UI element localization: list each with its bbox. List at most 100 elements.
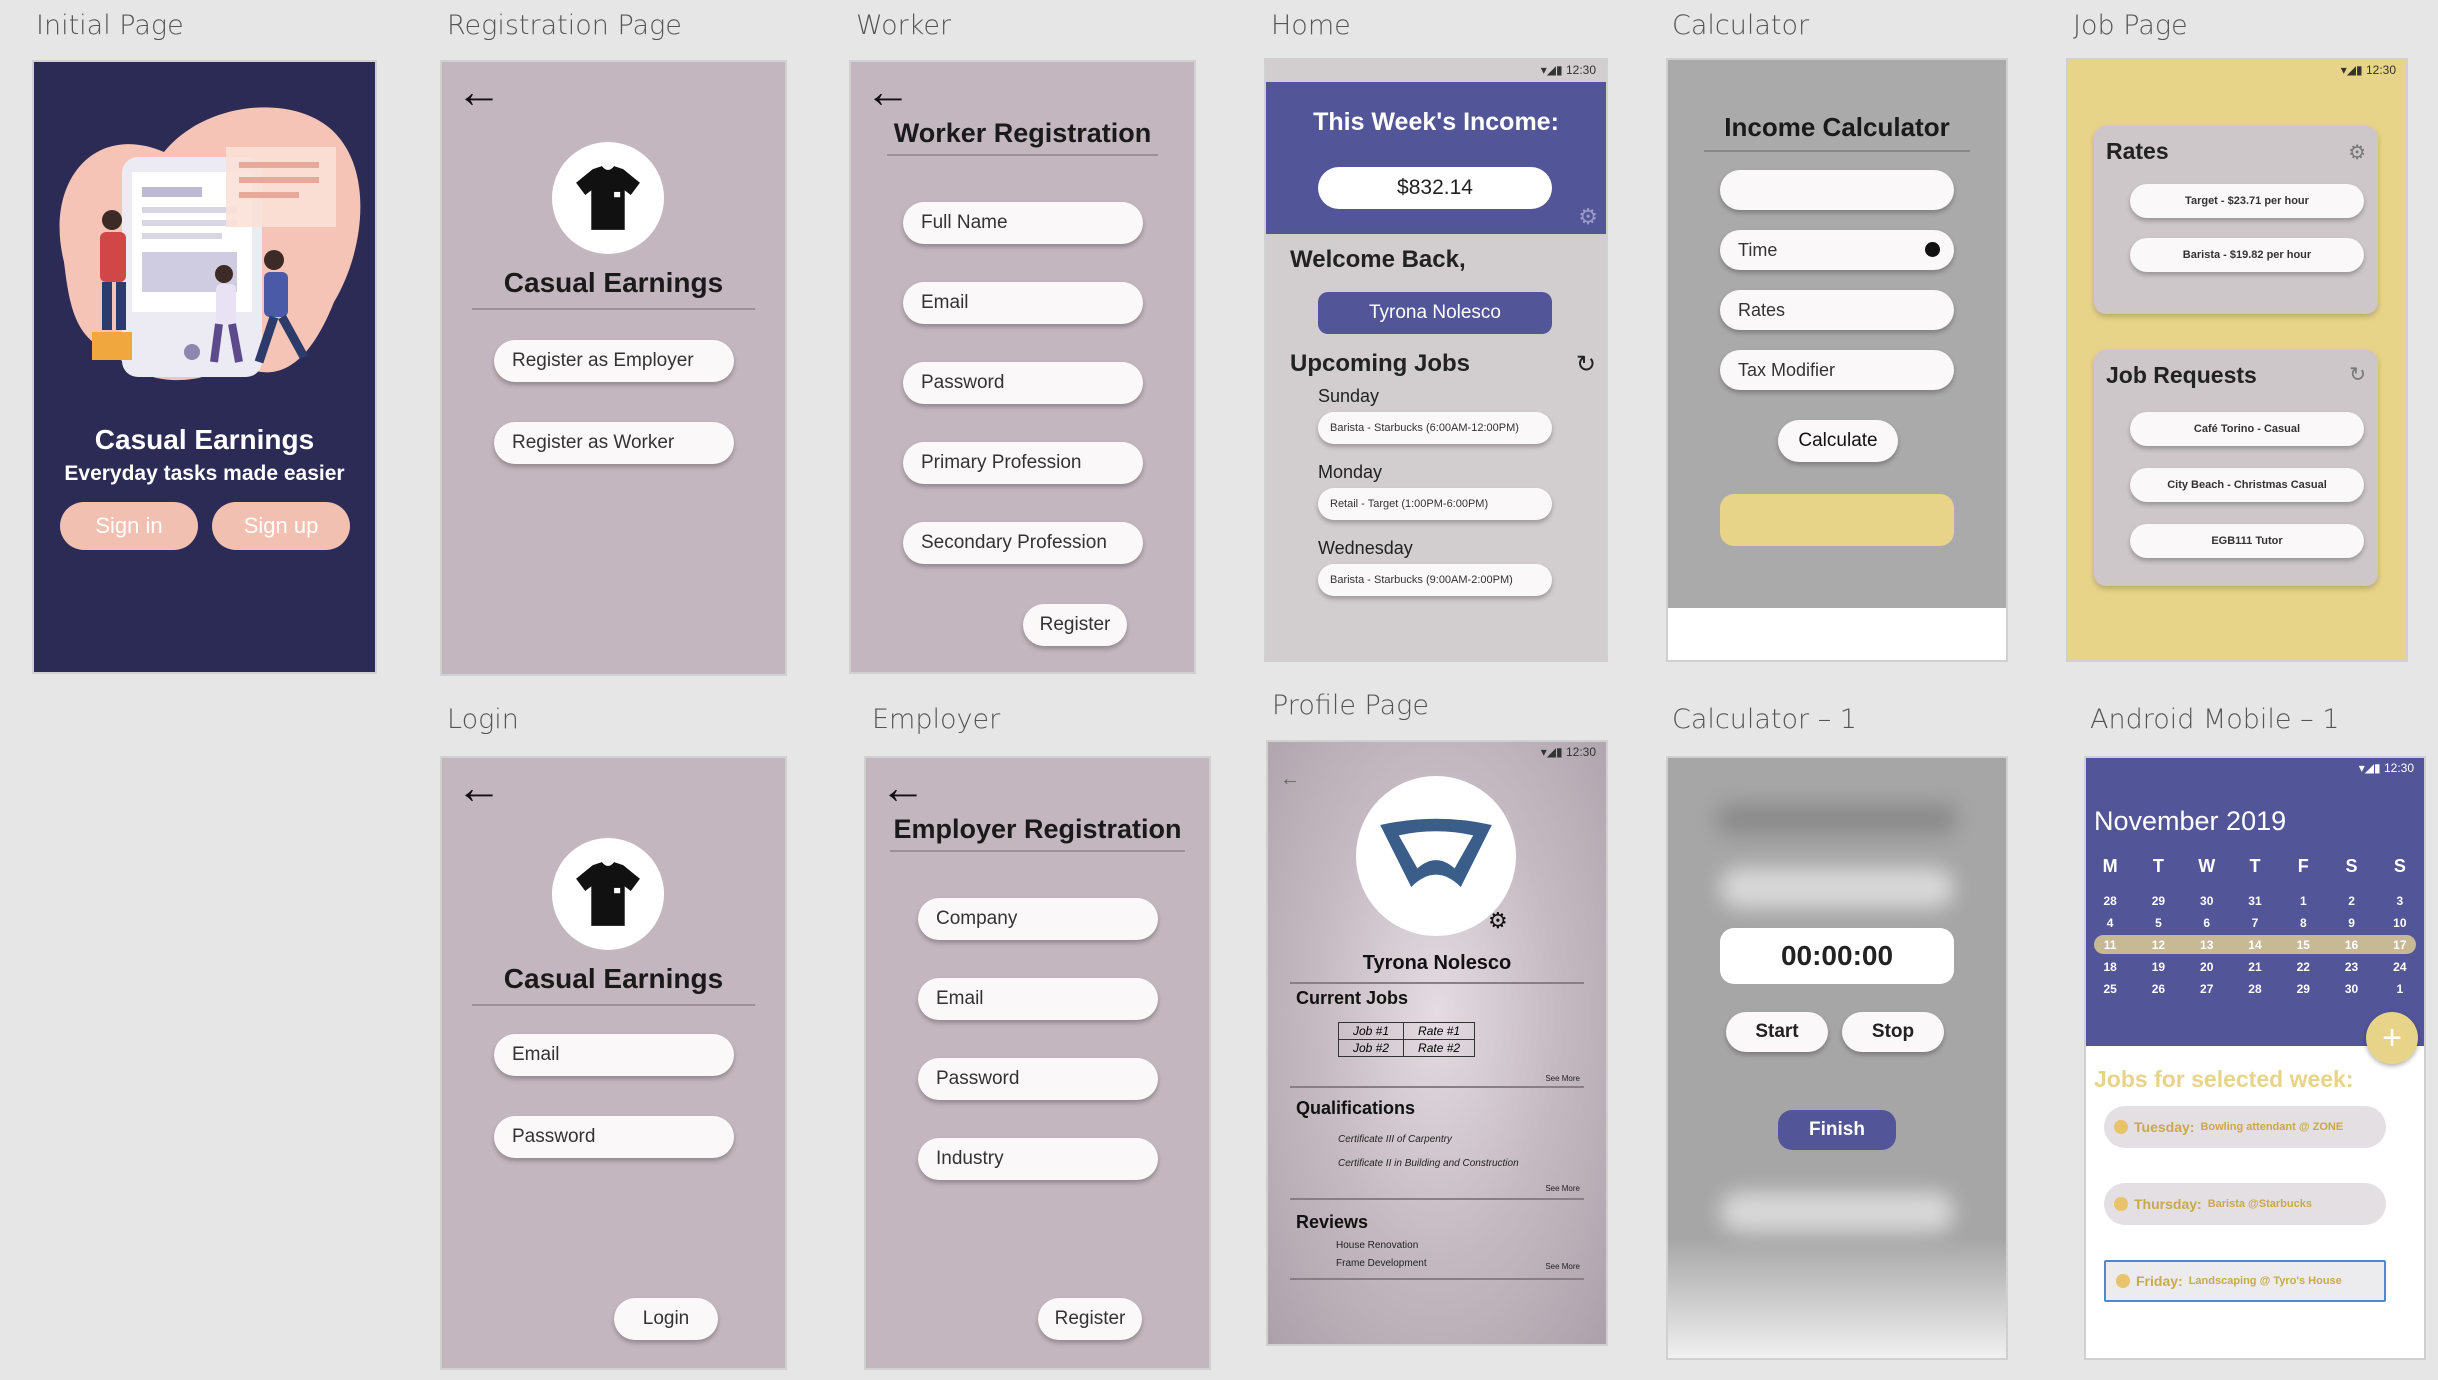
primary-profession-field[interactable]: Primary Profession — [903, 442, 1143, 484]
password-field[interactable]: Password — [903, 362, 1143, 404]
profile-name: Tyrona Nolesco — [1362, 952, 1512, 974]
calendar-day[interactable]: 15 — [2279, 938, 2327, 952]
time-field[interactable]: Time — [1720, 230, 1954, 270]
calendar-day[interactable]: 23 — [2327, 960, 2375, 974]
see-more-link[interactable]: See More — [1545, 1184, 1580, 1193]
calendar-day[interactable]: 28 — [2231, 982, 2279, 996]
calendar-day[interactable]: 4 — [2086, 916, 2134, 930]
label-home: Home — [1271, 10, 1351, 41]
calendar-day[interactable]: 8 — [2279, 916, 2327, 930]
back-arrow-icon[interactable]: ← — [1280, 768, 1300, 791]
secondary-profession-field[interactable]: Secondary Profession — [903, 522, 1143, 564]
back-arrow-icon[interactable]: ← — [880, 764, 926, 810]
calendar-day[interactable]: 2 — [2327, 894, 2375, 908]
register-as-worker-button[interactable]: Register as Worker — [494, 422, 734, 464]
calendar-day[interactable]: 28 — [2086, 894, 2134, 908]
calendar-day[interactable]: 1 — [2279, 894, 2327, 908]
see-more-link[interactable]: See More — [1545, 1074, 1580, 1083]
add-button[interactable]: + — [2366, 1012, 2418, 1064]
job-request-item[interactable]: Café Torino - Casual — [2130, 412, 2364, 446]
calendar-day[interactable]: 30 — [2327, 982, 2375, 996]
job-dot-icon — [2116, 1274, 2130, 1288]
start-button[interactable]: Start — [1726, 1012, 1828, 1052]
tax-modifier-field[interactable]: Tax Modifier — [1720, 350, 1954, 390]
rate-item[interactable]: Barista - $19.82 per hour — [2130, 238, 2364, 272]
password-field[interactable]: Password — [918, 1058, 1158, 1100]
calendar-day[interactable]: 10 — [2376, 916, 2424, 930]
calendar-day[interactable]: 5 — [2134, 916, 2182, 930]
calendar-day[interactable]: 17 — [2376, 938, 2424, 952]
upcoming-jobs-title: Upcoming Jobs — [1290, 350, 1471, 377]
calendar-day[interactable]: 16 — [2327, 938, 2375, 952]
job-item-sunday[interactable]: Barista - Starbucks (6:00AM-12:00PM) — [1318, 412, 1552, 444]
calendar-day[interactable]: 18 — [2086, 960, 2134, 974]
back-arrow-icon[interactable]: ← — [865, 68, 911, 114]
settings-gear-icon[interactable]: ⚙ — [1488, 908, 1508, 934]
calendar-day[interactable]: 20 — [2183, 960, 2231, 974]
full-name-field[interactable]: Full Name — [903, 202, 1143, 244]
sign-up-button[interactable]: Sign up — [212, 502, 350, 550]
calendar-day[interactable]: 31 — [2231, 894, 2279, 908]
industry-field[interactable]: Industry — [918, 1138, 1158, 1180]
calendar-day[interactable]: 21 — [2231, 960, 2279, 974]
calendar-day[interactable]: 9 — [2327, 916, 2375, 930]
finish-button[interactable]: Finish — [1778, 1110, 1896, 1150]
register-button[interactable]: Register — [1023, 604, 1127, 646]
calendar-day[interactable]: 3 — [2376, 894, 2424, 908]
calendar-day[interactable]: 11 — [2086, 938, 2134, 952]
calendar-day[interactable]: 12 — [2134, 938, 2182, 952]
email-field[interactable]: Email — [918, 978, 1158, 1020]
week-job-item[interactable]: Tuesday: Bowling attendant @ ZONE — [2104, 1106, 2386, 1148]
label-initial-page: Initial Page — [36, 10, 184, 41]
see-more-link[interactable]: See More — [1545, 1262, 1580, 1271]
calculate-button[interactable]: Calculate — [1778, 420, 1898, 462]
calendar-day[interactable]: 14 — [2231, 938, 2279, 952]
email-field[interactable]: Email — [494, 1034, 734, 1076]
title-divider — [887, 154, 1158, 156]
back-arrow-icon[interactable]: ← — [456, 68, 502, 114]
calendar-day[interactable]: 22 — [2279, 960, 2327, 974]
user-name-button[interactable]: Tyrona Nolesco — [1318, 292, 1552, 334]
calendar-day[interactable]: 6 — [2183, 916, 2231, 930]
calendar-day[interactable]: 30 — [2183, 894, 2231, 908]
settings-gear-icon[interactable]: ⚙ — [2348, 140, 2366, 165]
job-item-wednesday[interactable]: Barista - Starbucks (9:00AM-2:00PM) — [1318, 564, 1552, 596]
company-field[interactable]: Company — [918, 898, 1158, 940]
login-button[interactable]: Login — [614, 1298, 718, 1340]
rate-item[interactable]: Target - $23.71 per hour — [2130, 184, 2364, 218]
calendar-day[interactable]: 1 — [2376, 982, 2424, 996]
calendar-day[interactable]: 25 — [2086, 982, 2134, 996]
calendar-day[interactable]: 29 — [2279, 982, 2327, 996]
android-mobile-1-frame: ▾◢▮ 12:30 November 2019 M T W T F S S 28 29 30 31 1… — [2086, 758, 2424, 1358]
settings-gear-icon[interactable]: ⚙ — [1578, 204, 1598, 230]
sign-in-button[interactable]: Sign in — [60, 502, 198, 550]
register-as-employer-button[interactable]: Register as Employer — [494, 340, 734, 382]
calendar-day[interactable]: 26 — [2134, 982, 2182, 996]
job-request-item[interactable]: City Beach - Christmas Casual — [2130, 468, 2364, 502]
register-button[interactable]: Register — [1038, 1298, 1142, 1340]
initial-app-title: Casual Earnings — [94, 424, 315, 455]
calendar-day[interactable]: 13 — [2183, 938, 2231, 952]
stop-button[interactable]: Stop — [1842, 1012, 1944, 1052]
rates-title: Rates — [2106, 138, 2169, 164]
calendar-day[interactable]: 24 — [2376, 960, 2424, 974]
week-job-day: Thursday: — [2134, 1196, 2202, 1212]
rates-field[interactable]: Rates — [1720, 290, 1954, 330]
calendar-day[interactable]: 19 — [2134, 960, 2182, 974]
week-job-item[interactable]: Thursday: Barista @Starbucks — [2104, 1183, 2386, 1225]
calendar-day[interactable]: 7 — [2231, 916, 2279, 930]
divider — [1290, 1086, 1584, 1088]
refresh-icon[interactable]: ↻ — [2349, 362, 2366, 387]
title-divider — [1704, 150, 1970, 152]
job-item-monday[interactable]: Retail - Target (1:00PM-6:00PM) — [1318, 488, 1552, 520]
email-field[interactable]: Email — [903, 282, 1143, 324]
calculator-result-field[interactable] — [1720, 170, 1954, 210]
back-arrow-icon[interactable]: ← — [456, 764, 502, 810]
calendar-day[interactable]: 29 — [2134, 894, 2182, 908]
job-request-item[interactable]: EGB111 Tutor — [2130, 524, 2364, 558]
job-requests-title: Job Requests — [2106, 362, 2257, 388]
week-job-item[interactable]: Friday: Landscaping @ Tyro's House — [2104, 1260, 2386, 1302]
password-field[interactable]: Password — [494, 1116, 734, 1158]
calendar-day[interactable]: 27 — [2183, 982, 2231, 996]
refresh-icon[interactable]: ↻ — [1576, 350, 1596, 379]
